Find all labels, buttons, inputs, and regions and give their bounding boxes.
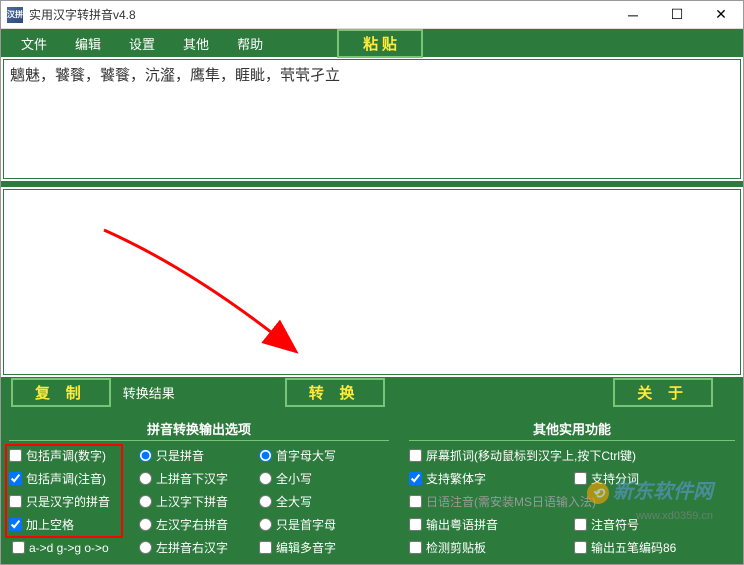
checkbox-japanese[interactable]: 日语注音(需安装MS日语输入法) — [409, 493, 735, 510]
checkbox-screen-grab[interactable]: 屏幕抓词(移动鼠标到汉字上,按下Ctrl键) — [409, 447, 735, 464]
checkbox-edit-polyphonic[interactable]: 编辑多音字 — [259, 539, 369, 556]
menubar: 文件 编辑 设置 其他 帮助 粘 贴 — [1, 29, 743, 57]
menu-edit[interactable]: 编辑 — [61, 30, 115, 57]
output-textarea[interactable] — [3, 189, 741, 375]
radio-only-pinyin[interactable]: 只是拼音 — [139, 447, 259, 464]
checkbox-wubi[interactable]: 输出五笔编码86 — [574, 539, 735, 556]
other-functions-group: 其他实用功能 屏幕抓词(移动鼠标到汉字上,按下Ctrl键) 支持繁体字 支持分词… — [409, 411, 735, 556]
titlebar: 汉拼 实用汉字转拼音v4.8 ─ ☐ ✕ — [1, 1, 743, 29]
options-panel: 拼音转换输出选项 包括声调(数字) 只是拼音 首字母大写 包括声调(注音) 上拼… — [1, 407, 743, 564]
checkbox-add-space[interactable]: 加上空格 — [9, 516, 139, 533]
close-button[interactable]: ✕ — [699, 1, 743, 29]
maximize-button[interactable]: ☐ — [655, 1, 699, 29]
checkbox-adg[interactable]: a->d g->g o->o — [9, 539, 139, 556]
paste-button[interactable]: 粘 贴 — [337, 29, 423, 58]
checkbox-traditional[interactable]: 支持繁体字 — [409, 470, 570, 487]
convert-button[interactable]: 转 换 — [285, 378, 385, 407]
radio-all-lower[interactable]: 全小写 — [259, 470, 369, 487]
checkbox-clipboard[interactable]: 检测剪贴板 — [409, 539, 570, 556]
menu-settings[interactable]: 设置 — [115, 30, 169, 57]
radio-first-upper[interactable]: 首字母大写 — [259, 447, 369, 464]
input-textarea[interactable]: 魑魅，饕餮，饕餮，沆瀣，鹰隼，睚眦，茕茕孑立 — [3, 59, 741, 179]
action-bar: 复 制 转换结果 转 换 关 于 — [1, 377, 743, 407]
pinyin-options-title: 拼音转换输出选项 — [9, 419, 389, 438]
menu-other[interactable]: 其他 — [169, 30, 223, 57]
result-label: 转换结果 — [123, 383, 175, 402]
radio-left-pinyin[interactable]: 左拼音右汉字 — [139, 539, 259, 556]
menu-help[interactable]: 帮助 — [223, 30, 277, 57]
radio-all-upper[interactable]: 全大写 — [259, 493, 369, 510]
checkbox-tone-zhuyin[interactable]: 包括声调(注音) — [9, 470, 139, 487]
app-icon: 汉拼 — [7, 7, 23, 23]
pinyin-options-group: 拼音转换输出选项 包括声调(数字) 只是拼音 首字母大写 包括声调(注音) 上拼… — [9, 411, 389, 556]
minimize-button[interactable]: ─ — [611, 1, 655, 29]
menu-file[interactable]: 文件 — [7, 30, 61, 57]
separator — [1, 181, 743, 187]
checkbox-only-hanzi-pinyin[interactable]: 只是汉字的拼音 — [9, 493, 139, 510]
copy-button[interactable]: 复 制 — [11, 378, 111, 407]
radio-pinyin-above[interactable]: 上拼音下汉字 — [139, 470, 259, 487]
other-functions-title: 其他实用功能 — [409, 419, 735, 438]
about-button[interactable]: 关 于 — [613, 378, 713, 407]
annotation-arrow — [94, 220, 314, 360]
checkbox-zhuyin-symbol[interactable]: 注音符号 — [574, 516, 735, 533]
window-title: 实用汉字转拼音v4.8 — [29, 6, 611, 23]
checkbox-yueyu[interactable]: 输出粤语拼音 — [409, 516, 570, 533]
checkbox-word-split[interactable]: 支持分词 — [574, 470, 735, 487]
radio-only-first[interactable]: 只是首字母 — [259, 516, 369, 533]
radio-hanzi-above[interactable]: 上汉字下拼音 — [139, 493, 259, 510]
checkbox-tone-number[interactable]: 包括声调(数字) — [9, 447, 139, 464]
radio-left-hanzi[interactable]: 左汉字右拼音 — [139, 516, 259, 533]
